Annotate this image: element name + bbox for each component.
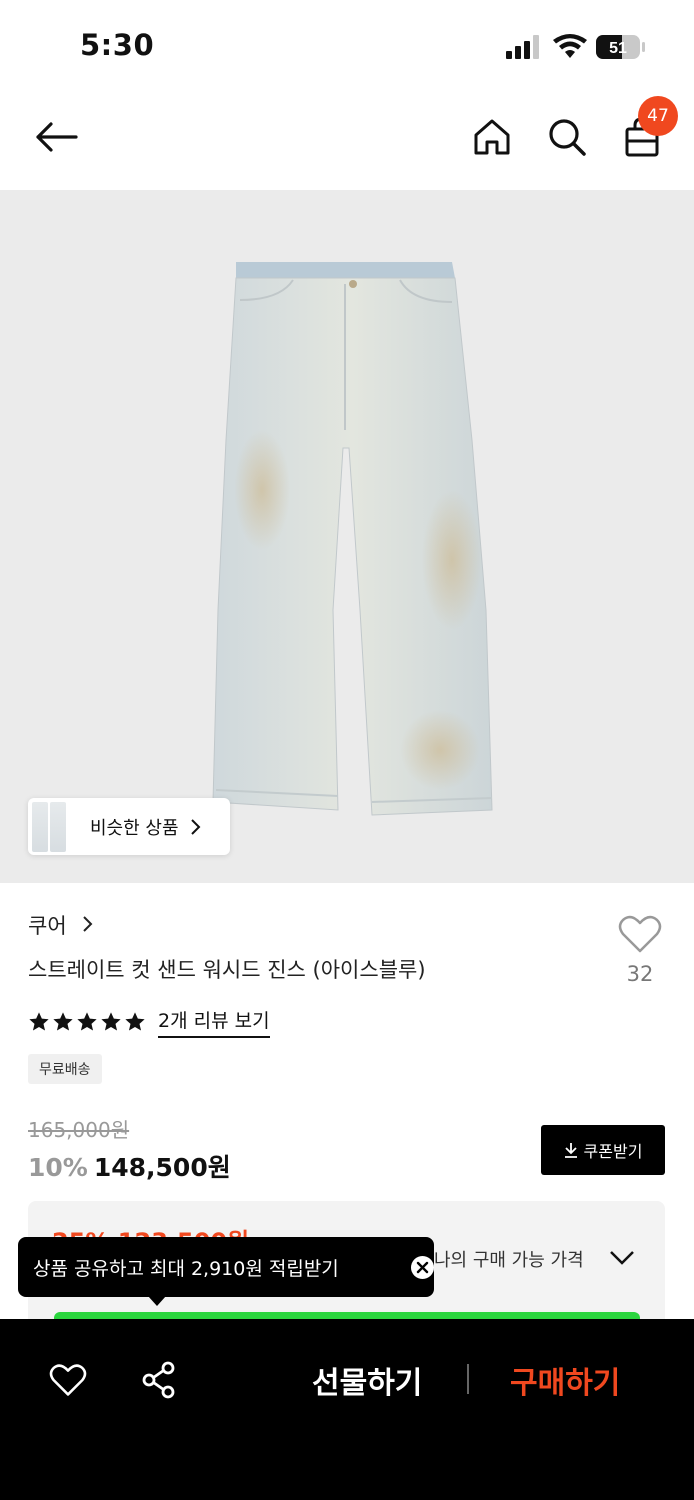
- download-icon: [564, 1143, 577, 1158]
- bottom-action-bar: [0, 1319, 694, 1500]
- home-button[interactable]: [466, 111, 518, 163]
- similar-products-button[interactable]: 비슷한 상품: [28, 798, 230, 855]
- cellular-signal-icon: [506, 35, 539, 59]
- sale-price-row: 10% 148,500원: [28, 1148, 231, 1184]
- similar-products-label: 비슷한 상품: [90, 817, 179, 839]
- tooltip-text: 상품 공유하고 최대 2,910원 적립받기: [33, 1257, 339, 1280]
- home-icon: [474, 119, 510, 155]
- status-bar: 5:30 51: [0, 0, 694, 92]
- star-icon: [101, 1012, 121, 1031]
- tooltip-close-button[interactable]: [411, 1256, 434, 1279]
- like-count: 32: [626, 962, 654, 986]
- rating-row: 2개 리뷰 보기: [28, 1006, 270, 1038]
- brand-name: 쿠어: [28, 914, 67, 938]
- rating-stars: [28, 1011, 146, 1033]
- share-icon: [142, 1361, 175, 1399]
- best-price-label: 나의 구매 가능 가격: [434, 1250, 584, 1271]
- discount-percent: 10%: [28, 1153, 88, 1182]
- tooltip-pointer: [148, 1296, 166, 1306]
- like-button[interactable]: 32: [612, 914, 668, 986]
- brand-link[interactable]: 쿠어: [28, 910, 93, 940]
- bottom-divider: [467, 1364, 469, 1394]
- top-nav: [0, 92, 694, 190]
- coupon-button[interactable]: 쿠폰받기: [541, 1125, 665, 1175]
- chevron-down-icon[interactable]: [608, 1248, 636, 1268]
- back-button[interactable]: [30, 111, 82, 163]
- product-title: 스트레이트 컷 샌드 워시드 진스 (아이스블루): [28, 958, 426, 982]
- star-icon: [29, 1012, 49, 1031]
- star-icon: [125, 1012, 145, 1031]
- heart-icon: [49, 1364, 87, 1396]
- review-link[interactable]: 2개 리뷰 보기: [158, 1006, 270, 1038]
- cart-count-badge: 47: [638, 96, 678, 136]
- buy-button[interactable]: 구매하기: [510, 1358, 620, 1402]
- status-time: 5:30: [80, 28, 155, 62]
- arrow-left-icon: [36, 122, 78, 152]
- search-icon: [549, 119, 586, 156]
- star-icon: [77, 1012, 97, 1031]
- close-icon: [416, 1261, 429, 1274]
- battery-icon: 51: [596, 35, 645, 59]
- free-shipping-badge: 무료배송: [28, 1054, 102, 1084]
- battery-level: 51: [609, 40, 627, 57]
- star-icon: [53, 1012, 73, 1031]
- jeans-illustration: [212, 262, 493, 816]
- share-reward-tooltip: 상품 공유하고 최대 2,910원 적립받기: [18, 1237, 434, 1297]
- original-price: 165,000원: [28, 1118, 130, 1142]
- gift-button[interactable]: 선물하기: [312, 1358, 422, 1402]
- chevron-right-icon: [83, 916, 93, 932]
- wishlist-button[interactable]: [46, 1358, 90, 1402]
- sale-price: 148,500원: [93, 1153, 231, 1182]
- heart-icon: [618, 915, 662, 953]
- chevron-right-icon: [190, 818, 200, 835]
- share-button[interactable]: [137, 1358, 181, 1402]
- search-button[interactable]: [541, 111, 593, 163]
- wifi-icon: [553, 34, 587, 58]
- product-image[interactable]: [0, 190, 694, 883]
- coupon-label: 쿠폰받기: [583, 1142, 643, 1161]
- similar-thumbnail: [32, 801, 66, 852]
